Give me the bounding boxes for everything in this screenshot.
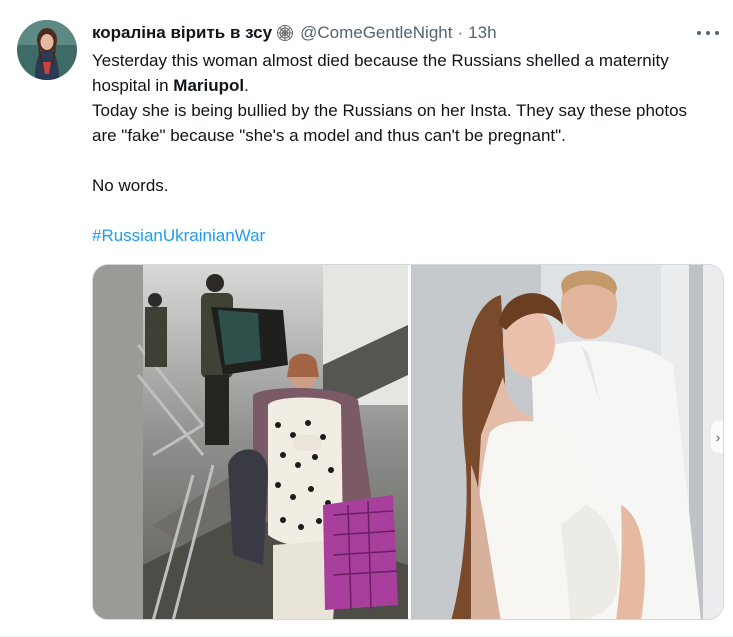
separator-dot: · — [457, 23, 464, 42]
couple-maternity-photo[interactable]: › — [411, 265, 723, 619]
tweet-paragraph-3: No words. — [92, 176, 169, 195]
tweet-header: кораліна вірить в зсу @ComeGentleNight ·… — [92, 21, 497, 45]
spider-web-icon — [276, 24, 294, 42]
location-bold: Mariupol — [173, 76, 245, 95]
media-gallery: › — [92, 264, 724, 620]
timestamp[interactable]: 13h — [468, 23, 496, 43]
display-name[interactable]: кораліна вірить в зсу — [92, 23, 272, 43]
user-handle[interactable]: @ComeGentleNight — [300, 23, 452, 43]
more-options-button[interactable] — [697, 24, 719, 42]
avatar-image — [17, 20, 77, 80]
hospital-stairs-photo[interactable] — [93, 265, 408, 619]
tweet-text: Yesterday this woman almost died because… — [92, 48, 712, 248]
tweet-paragraph-2: Today she is being bullied by the Russia… — [92, 101, 688, 145]
tweet[interactable]: кораліна вірить в зсу @ComeGentleNight ·… — [0, 0, 733, 637]
hashtag-link[interactable]: #RussianUkrainianWar — [92, 226, 265, 245]
tweet-paragraph-1: Yesterday this woman almost died because… — [92, 51, 669, 95]
avatar[interactable] — [17, 20, 77, 80]
more-horizontal-icon — [697, 31, 701, 35]
chevron-right-icon[interactable]: › — [711, 421, 723, 453]
